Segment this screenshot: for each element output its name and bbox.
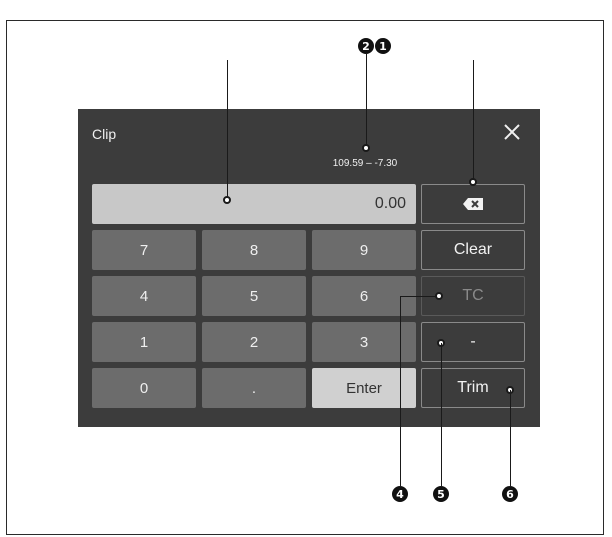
callout-badge-1: 1 [375, 38, 391, 54]
callout-badge-2: 2 [358, 38, 374, 54]
callout-line-backspace [473, 60, 474, 182]
callout-line-trim [510, 390, 511, 486]
callout-line-minus [441, 343, 442, 486]
key-4[interactable]: 4 [92, 276, 196, 316]
key-1[interactable]: 1 [92, 322, 196, 362]
dialog-title: Clip [92, 126, 117, 142]
callout-dot-backspace [469, 178, 477, 186]
callout-badge-5: 5 [433, 486, 449, 502]
callout-dot-display [223, 196, 231, 204]
clear-button[interactable]: Clear [421, 230, 525, 270]
key-0[interactable]: 0 [92, 368, 196, 408]
callout-line-tc-v [400, 296, 401, 486]
key-7[interactable]: 7 [92, 230, 196, 270]
callout-line-range [366, 54, 367, 145]
key-2[interactable]: 2 [202, 322, 306, 362]
display-value: 0.00 [374, 195, 406, 212]
backspace-icon [463, 198, 483, 210]
key-decimal[interactable]: . [202, 368, 306, 408]
close-icon[interactable] [501, 121, 523, 143]
key-8[interactable]: 8 [202, 230, 306, 270]
backspace-button[interactable] [421, 184, 525, 224]
callout-badge-4: 4 [392, 486, 408, 502]
callout-line-display [227, 60, 228, 200]
callout-dot-tc [435, 292, 443, 300]
range-readout: 109.59 – -7.30 [332, 158, 398, 169]
key-5[interactable]: 5 [202, 276, 306, 316]
callout-dot-range [362, 144, 370, 152]
callout-badge-6: 6 [502, 486, 518, 502]
callout-line-tc-h [400, 296, 436, 297]
value-display[interactable]: 0.00 [92, 184, 416, 224]
key-9[interactable]: 9 [312, 230, 416, 270]
